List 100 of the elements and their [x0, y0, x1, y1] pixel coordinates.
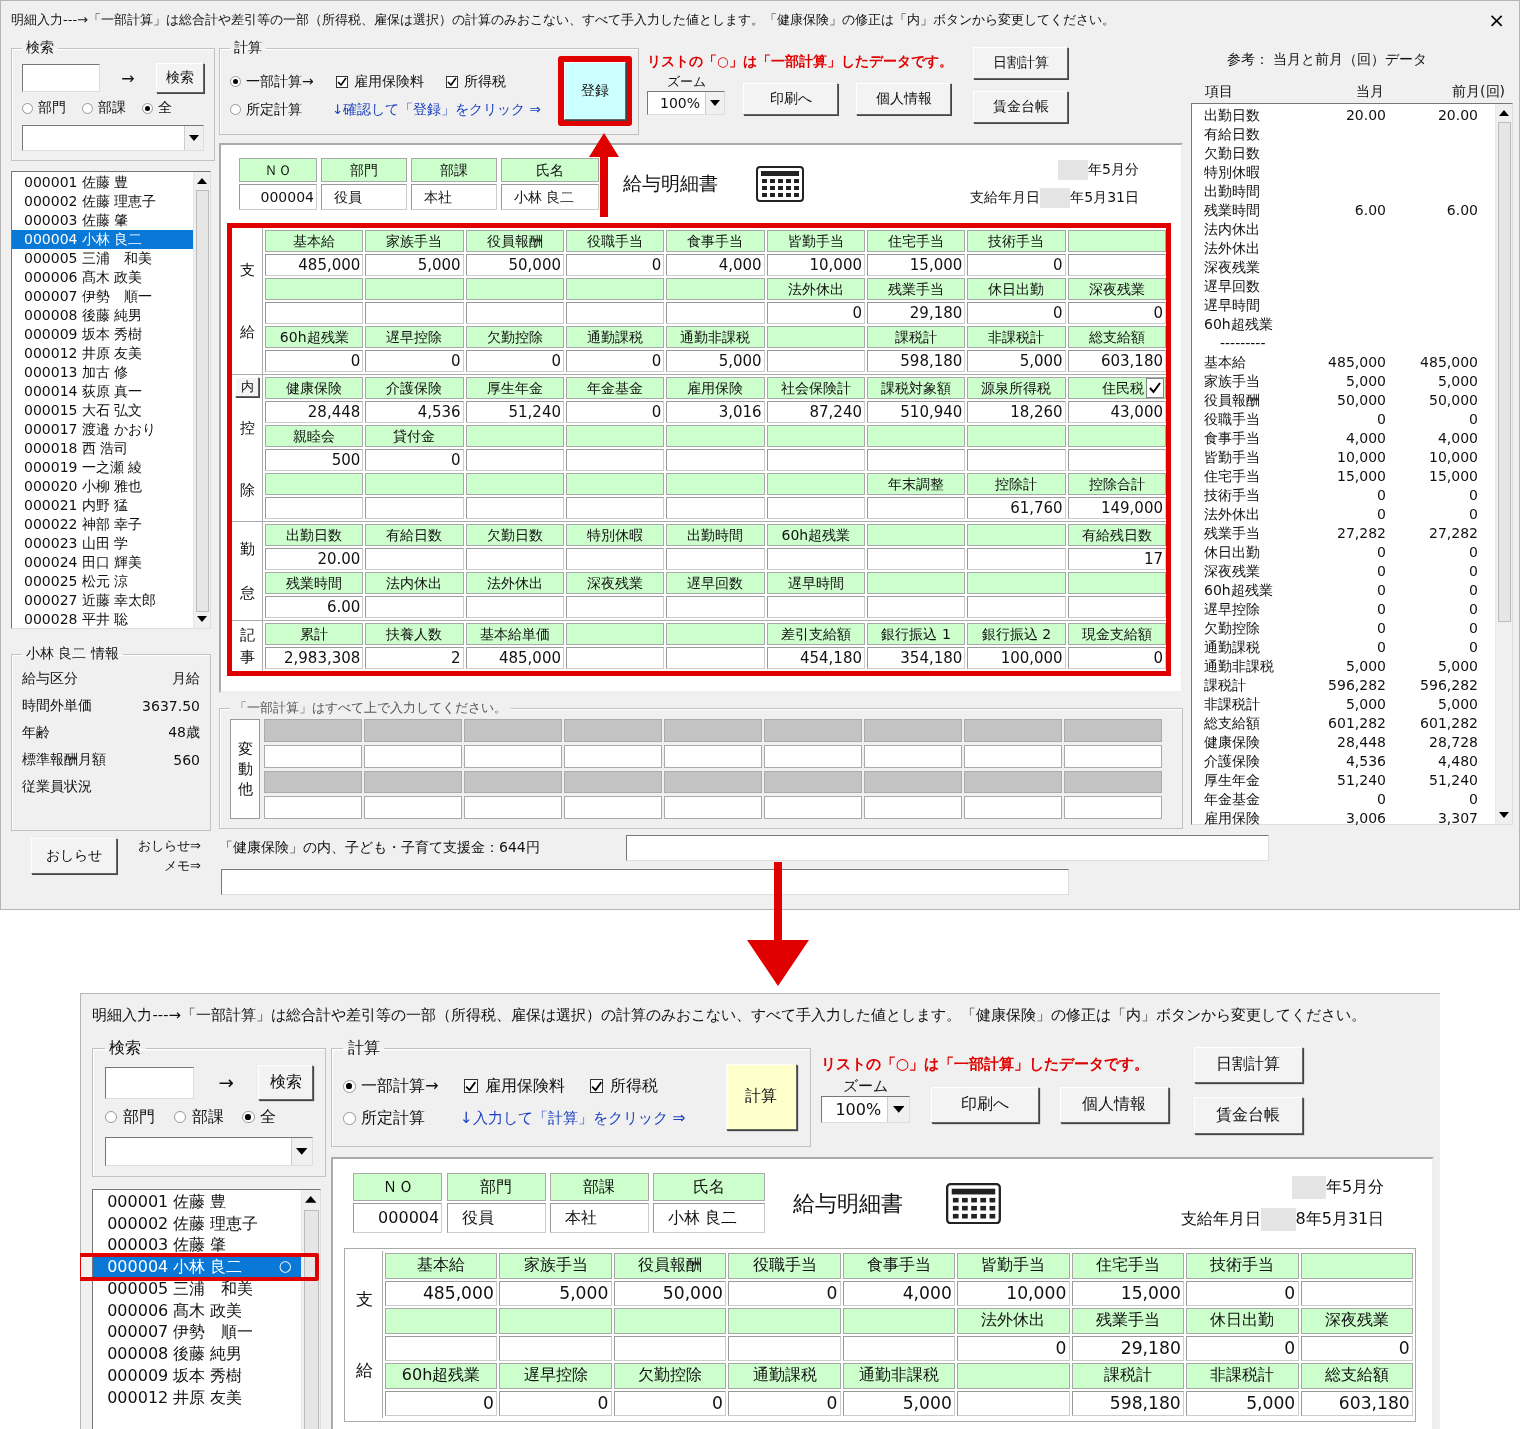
action-button[interactable]: 日割計算	[973, 47, 1068, 79]
value-cell[interactable]	[566, 548, 665, 570]
action-button[interactable]: 印刷へ	[743, 83, 838, 115]
calc-action-button[interactable]: 計算	[725, 1063, 797, 1130]
scroll-down-icon[interactable]	[1499, 812, 1509, 818]
value-cell[interactable]	[1067, 449, 1166, 471]
radio-button[interactable]	[173, 1110, 187, 1124]
employee-list-item[interactable]: 000004 小林 良二 ○	[93, 1256, 301, 1278]
zoom-dropdown[interactable]: 100%	[647, 91, 725, 115]
value-cell[interactable]: 0	[265, 350, 364, 372]
value-cell[interactable]	[1067, 596, 1166, 618]
radio-button[interactable]	[142, 102, 153, 114]
value-cell[interactable]	[867, 548, 966, 570]
action-button[interactable]: 日割計算	[1193, 1046, 1303, 1084]
value-cell[interactable]: 598,180	[1071, 1390, 1185, 1416]
value-cell[interactable]	[264, 796, 362, 819]
value-cell[interactable]: 603,180	[1067, 350, 1166, 372]
employee-list-item[interactable]: 000017 渡邉 かおり	[12, 420, 193, 439]
employee-list-item[interactable]: 000021 内野 猛	[12, 496, 193, 515]
employee-list-item[interactable]: 000025 松元 涼	[12, 572, 193, 591]
value-cell[interactable]: 0	[1067, 647, 1166, 669]
value-cell[interactable]	[465, 596, 564, 618]
value-cell[interactable]: 10,000	[766, 254, 865, 276]
value-cell[interactable]	[864, 796, 962, 819]
value-cell[interactable]	[499, 1335, 612, 1362]
value-cell[interactable]: 149,000	[1067, 497, 1166, 519]
value-cell[interactable]: 0	[465, 350, 564, 372]
value-cell[interactable]	[1300, 1280, 1414, 1307]
value-cell[interactable]	[365, 302, 464, 324]
value-cell[interactable]	[964, 744, 1062, 768]
employee-list-item[interactable]: 000005 三浦 和美	[12, 249, 193, 268]
value-cell[interactable]: 0	[1300, 1335, 1414, 1362]
radio-button[interactable]	[230, 76, 241, 87]
value-cell[interactable]	[464, 744, 562, 768]
value-cell[interactable]: 0	[728, 1390, 841, 1416]
employee-list-item[interactable]: 000008 後藤 純男	[12, 306, 193, 325]
value-cell[interactable]	[1067, 254, 1166, 276]
search-field[interactable]	[22, 64, 100, 92]
value-cell[interactable]: 18,260	[967, 401, 1066, 423]
filter-dropdown[interactable]	[104, 1136, 314, 1167]
value-cell[interactable]: 454,180	[766, 647, 865, 669]
filter-dropdown[interactable]	[22, 125, 204, 151]
value-cell[interactable]: 5,000	[967, 350, 1066, 372]
value-cell[interactable]	[384, 1335, 498, 1362]
value-cell[interactable]	[867, 596, 966, 618]
zoom-dropdown[interactable]: 100%	[820, 1095, 910, 1124]
value-cell[interactable]: 0	[566, 254, 665, 276]
value-cell[interactable]	[265, 497, 364, 519]
employee-list-item[interactable]: 000027 近藤 幸太郎	[12, 591, 193, 610]
employee-list-item[interactable]: 000001 佐藤 豊	[93, 1190, 301, 1213]
value-cell[interactable]	[464, 796, 562, 819]
value-cell[interactable]	[566, 302, 665, 324]
employee-list-item[interactable]: 000008 後藤 純男	[93, 1343, 301, 1365]
value-cell[interactable]: 0	[1186, 1335, 1299, 1362]
employee-list-item[interactable]: 000003 佐藤 肇	[12, 211, 193, 230]
value-cell[interactable]	[365, 497, 464, 519]
radio-button[interactable]	[104, 1110, 118, 1124]
value-cell[interactable]	[666, 449, 765, 471]
value-cell[interactable]: 0	[967, 254, 1066, 276]
value-cell[interactable]	[764, 796, 862, 819]
employee-list-item[interactable]: 000024 田口 輝美	[12, 553, 193, 572]
value-cell[interactable]: 50,000	[465, 254, 564, 276]
value-cell[interactable]: 0	[967, 302, 1066, 324]
value-cell[interactable]: 4,000	[666, 254, 765, 276]
value-cell[interactable]: 0	[499, 1390, 612, 1416]
value-cell[interactable]	[566, 497, 665, 519]
employee-list-item[interactable]: 000004 小林 良二	[12, 230, 193, 249]
value-cell[interactable]: 485,000	[384, 1280, 498, 1307]
value-cell[interactable]	[964, 796, 1062, 819]
value-cell[interactable]: 17	[1067, 548, 1166, 570]
radio-button[interactable]	[242, 1110, 255, 1124]
value-cell[interactable]: 5,000	[1186, 1390, 1299, 1416]
value-cell[interactable]: 43,000	[1067, 401, 1166, 423]
value-cell[interactable]: 2	[365, 647, 464, 669]
calculator-icon[interactable]	[756, 166, 804, 202]
scrollbar[interactable]	[193, 172, 210, 628]
employee-list-item[interactable]: 000022 神部 幸子	[12, 515, 193, 534]
value-cell[interactable]	[1064, 796, 1162, 819]
value-cell[interactable]	[766, 350, 865, 372]
value-cell[interactable]: 485,000	[465, 647, 564, 669]
scroll-up-icon[interactable]	[197, 178, 207, 184]
value-cell[interactable]	[728, 1335, 841, 1362]
value-cell[interactable]: 4,000	[842, 1280, 956, 1307]
value-cell[interactable]: 20.00	[265, 548, 364, 570]
value-cell[interactable]: 0	[728, 1280, 841, 1307]
close-button[interactable]: ×	[1484, 8, 1509, 32]
value-cell[interactable]	[264, 744, 362, 768]
value-cell[interactable]: 0	[1067, 302, 1166, 324]
value-cell[interactable]: 0	[766, 302, 865, 324]
value-cell[interactable]	[842, 1335, 956, 1362]
value-cell[interactable]	[566, 647, 665, 669]
value-cell[interactable]	[666, 647, 765, 669]
memo-field[interactable]	[626, 835, 1269, 861]
employee-list-item[interactable]: 000015 大石 弘文	[12, 401, 193, 420]
value-cell[interactable]: 6.00	[265, 596, 364, 618]
checkbox[interactable]	[463, 1079, 478, 1094]
scroll-up-icon[interactable]	[1499, 110, 1509, 116]
value-cell[interactable]	[967, 449, 1066, 471]
radio-button[interactable]	[82, 102, 93, 114]
employee-list-item[interactable]: 000006 髙木 政美	[93, 1299, 301, 1322]
